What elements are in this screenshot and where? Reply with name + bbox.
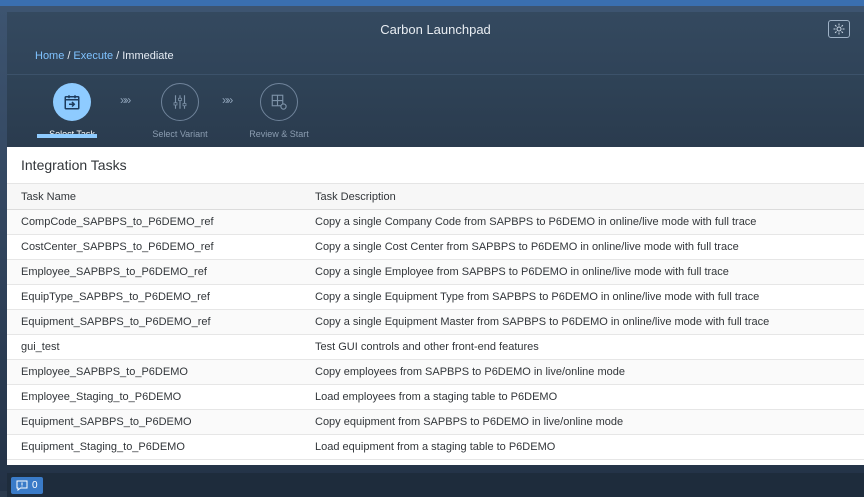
task-name: Equipment_SAPBPS_to_P6DEMO	[7, 409, 301, 435]
table-row[interactable]: EquipType_SAPBPS_to_P6DEMO_ref Copy a sin…	[7, 284, 864, 310]
table-row[interactable]: Equipment_Staging_to_P6DEMO Load equipmen…	[7, 434, 864, 460]
active-step-indicator	[37, 134, 97, 138]
tasks-table: Task Name Task Description CompCode_SAPB…	[7, 184, 864, 460]
task-name: Equipment_SAPBPS_to_P6DEMO_ref	[7, 309, 301, 335]
panel-title: Integration Tasks	[7, 147, 864, 184]
shell-header: Carbon Launchpad Home / Execute / Immediate …	[7, 12, 864, 148]
breadcrumb-current: Immediate	[122, 50, 174, 62]
step-select-task[interactable]: Select Task	[27, 83, 117, 139]
table-row[interactable]: gui_test Test GUI controls and other fron…	[7, 334, 864, 360]
breadcrumb-home[interactable]: Home	[35, 50, 64, 62]
table-row[interactable]: Employee_SAPBPS_to_P6DEMO Copy employees …	[7, 359, 864, 385]
column-header-task-name[interactable]: Task Name	[7, 184, 301, 210]
message-count: 0	[32, 480, 38, 491]
task-name: CompCode_SAPBPS_to_P6DEMO_ref	[7, 209, 301, 235]
gear-icon	[833, 23, 845, 35]
task-description: Copy a single Cost Center from SAPBPS to…	[301, 234, 864, 260]
message-icon	[16, 480, 28, 491]
app-title: Carbon Launchpad	[380, 22, 491, 37]
column-header-task-description[interactable]: Task Description	[301, 184, 864, 210]
task-description: Copy a single Equipment Master from SAPB…	[301, 309, 864, 335]
table-row[interactable]: CostCenter_SAPBPS_to_P6DEMO_ref Copy a si…	[7, 234, 864, 260]
footer-bar: 0	[7, 473, 864, 497]
task-name: Equipment_Staging_to_P6DEMO	[7, 434, 301, 460]
table-row[interactable]: Employee_SAPBPS_to_P6DEMO_ref Copy a sing…	[7, 259, 864, 285]
sliders-icon	[173, 95, 187, 109]
grid-gear-icon	[271, 94, 287, 110]
task-description: Load employees from a staging table to P…	[301, 384, 864, 410]
breadcrumb: Home / Execute / Immediate	[35, 50, 174, 62]
task-description: Load equipment from a staging table to P…	[301, 434, 864, 460]
chevrons-icon: »»	[120, 93, 131, 107]
messages-button[interactable]: 0	[11, 477, 43, 494]
step-select-variant[interactable]: Select Variant	[135, 83, 225, 139]
table-header-row: Task Name Task Description	[7, 184, 864, 210]
task-description: Copy employees from SAPBPS to P6DEMO in …	[301, 359, 864, 385]
table-row[interactable]: Employee_Staging_to_P6DEMO Load employees…	[7, 384, 864, 410]
task-name: Employee_SAPBPS_to_P6DEMO	[7, 359, 301, 385]
task-name: gui_test	[7, 334, 301, 360]
task-description: Copy a single Equipment Type from SAPBPS…	[301, 284, 864, 310]
settings-button[interactable]	[828, 20, 850, 38]
task-name: CostCenter_SAPBPS_to_P6DEMO_ref	[7, 234, 301, 260]
task-name: Employee_Staging_to_P6DEMO	[7, 384, 301, 410]
table-row[interactable]: CompCode_SAPBPS_to_P6DEMO_ref Copy a sing…	[7, 209, 864, 235]
task-name: Employee_SAPBPS_to_P6DEMO_ref	[7, 259, 301, 285]
step-label: Select Variant	[152, 129, 208, 139]
task-description: Copy a single Employee from SAPBPS to P6…	[301, 259, 864, 285]
table-row[interactable]: Equipment_SAPBPS_to_P6DEMO_ref Copy a sin…	[7, 309, 864, 335]
table-row[interactable]: Equipment_SAPBPS_to_P6DEMO Copy equipment…	[7, 409, 864, 435]
task-description: Test GUI controls and other front-end fe…	[301, 334, 864, 360]
task-description: Copy equipment from SAPBPS to P6DEMO in …	[301, 409, 864, 435]
chevrons-icon: »»	[222, 93, 233, 107]
task-name: EquipType_SAPBPS_to_P6DEMO_ref	[7, 284, 301, 310]
wizard-steps: Select Task »» Select Variant »»	[7, 74, 864, 148]
breadcrumb-execute[interactable]: Execute	[73, 50, 113, 62]
task-description: Copy a single Company Code from SAPBPS t…	[301, 209, 864, 235]
step-review-start[interactable]: Review & Start	[234, 83, 324, 139]
integration-tasks-panel: Integration Tasks Task Name Task Descrip…	[7, 147, 864, 465]
step-label: Review & Start	[249, 129, 309, 139]
calendar-arrow-icon	[64, 95, 80, 110]
app-frame: Carbon Launchpad Home / Execute / Immediate …	[0, 0, 864, 497]
